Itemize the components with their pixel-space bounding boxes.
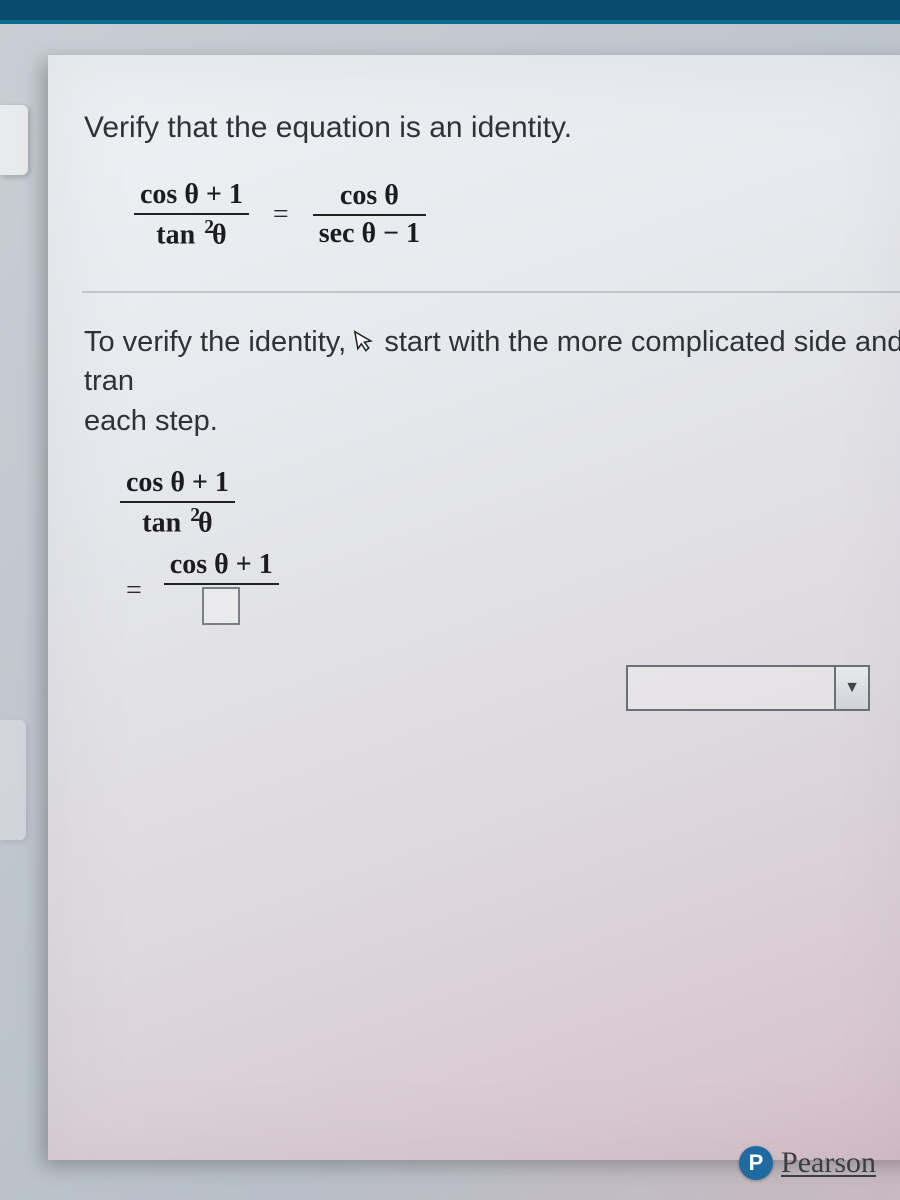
equals-sign: = bbox=[267, 199, 295, 231]
step-fraction: cos θ + 1 bbox=[164, 549, 279, 633]
section-divider bbox=[82, 291, 900, 293]
rhs-fraction: cos θ sec θ − 1 bbox=[313, 180, 426, 250]
work-lhs-fraction: cos θ + 1 tan 2θ bbox=[120, 467, 235, 539]
work-area: cos θ + 1 tan 2θ = cos θ + 1 bbox=[120, 467, 900, 633]
step-numerator: cos θ + 1 bbox=[164, 549, 279, 583]
question-prompt: Verify that the equation is an identity. bbox=[84, 111, 900, 145]
brand-name: Pearson bbox=[781, 1146, 876, 1180]
denominator-input[interactable] bbox=[202, 587, 240, 625]
rhs-denominator: sec θ − 1 bbox=[313, 216, 426, 250]
lhs-fraction: cos θ + 1 tan 2θ bbox=[134, 179, 249, 251]
step-denominator-input-wrap bbox=[196, 585, 246, 633]
pearson-logo-icon: P bbox=[739, 1146, 773, 1180]
app-topbar bbox=[0, 0, 900, 24]
brand-footer: P Pearson bbox=[739, 1146, 876, 1180]
work-lhs-denominator: tan 2θ bbox=[136, 503, 218, 539]
chevron-down-icon[interactable]: ▼ bbox=[836, 665, 870, 711]
cursor-icon bbox=[351, 325, 379, 367]
question-panel: Verify that the equation is an identity.… bbox=[48, 55, 900, 1160]
step-equals: = bbox=[120, 575, 148, 607]
dropdown-field[interactable] bbox=[626, 665, 836, 711]
rhs-numerator: cos θ bbox=[334, 180, 405, 214]
reason-dropdown[interactable]: ▼ bbox=[626, 665, 870, 711]
work-step-row: = cos θ + 1 bbox=[120, 549, 900, 633]
work-lhs-numerator: cos θ + 1 bbox=[120, 467, 235, 501]
left-nav-tab-secondary[interactable] bbox=[0, 720, 26, 840]
lhs-numerator: cos θ + 1 bbox=[134, 179, 249, 213]
lhs-denominator: tan 2θ bbox=[150, 215, 232, 251]
instruction-text: To verify the identity, start with the m… bbox=[84, 323, 900, 440]
left-nav-tab[interactable] bbox=[0, 105, 28, 175]
identity-equation: cos θ + 1 tan 2θ = cos θ sec θ − 1 bbox=[134, 179, 900, 251]
